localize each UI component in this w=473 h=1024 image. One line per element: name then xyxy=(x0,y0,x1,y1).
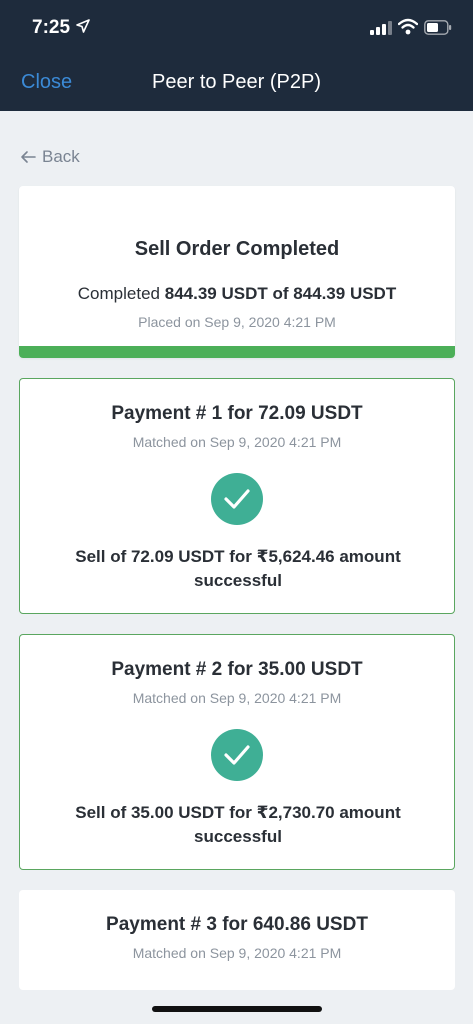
payment-matched-timestamp: Matched on Sep 9, 2020 4:21 PM xyxy=(132,945,342,961)
payment-title: Payment # 2 for 35.00 USDT xyxy=(111,659,363,680)
order-status-title: Sell Order Completed xyxy=(134,238,340,260)
payment-matched-timestamp: Matched on Sep 9, 2020 4:21 PM xyxy=(132,690,342,706)
app-header: 7:25 Close Peer to Peer (P2P) xyxy=(0,0,473,111)
check-circle-icon xyxy=(211,473,263,525)
payment-result-text: Sell of 35.00 USDT for ₹2,730.70 amount … xyxy=(75,803,401,846)
back-button[interactable]: Back xyxy=(20,147,80,167)
check-circle-icon xyxy=(211,729,263,781)
completed-amount: 844.39 USDT of 844.39 USDT xyxy=(164,284,397,303)
order-progress-fill xyxy=(19,346,455,358)
payment-matched-timestamp: Matched on Sep 9, 2020 4:21 PM xyxy=(132,434,342,450)
status-bar: 7:25 xyxy=(0,0,473,56)
page-title: Peer to Peer (P2P) xyxy=(152,71,321,93)
wifi-icon xyxy=(398,18,418,35)
payment-title: Payment # 3 for 640.86 USDT xyxy=(106,914,368,935)
arrow-left-icon xyxy=(21,151,36,163)
cellular-signal-icon xyxy=(370,21,392,35)
payment-result-text: Sell of 72.09 USDT for ₹5,624.46 amount … xyxy=(75,547,401,590)
payment-card: Payment # 1 for 72.09 USDT Matched on Se… xyxy=(19,378,455,614)
payment-card: Payment # 2 for 35.00 USDT Matched on Se… xyxy=(19,634,455,870)
payment-title: Payment # 1 for 72.09 USDT xyxy=(111,403,363,424)
location-arrow-icon xyxy=(76,19,90,33)
order-summary-card: Sell Order Completed Completed 844.39 US… xyxy=(19,186,455,358)
back-label: Back xyxy=(42,147,80,166)
status-time: 7:25 xyxy=(32,17,71,38)
home-indicator[interactable] xyxy=(152,1006,322,1012)
battery-icon xyxy=(424,20,452,35)
placed-timestamp: Placed on Sep 9, 2020 4:21 PM xyxy=(138,314,336,330)
payment-card: Payment # 3 for 640.86 USDT Matched on S… xyxy=(19,890,455,990)
completed-prefix: Completed xyxy=(77,284,160,303)
order-progress-bar xyxy=(19,346,455,358)
completed-amount-line: Completed 844.39 USDT of 844.39 USDT xyxy=(19,284,455,304)
